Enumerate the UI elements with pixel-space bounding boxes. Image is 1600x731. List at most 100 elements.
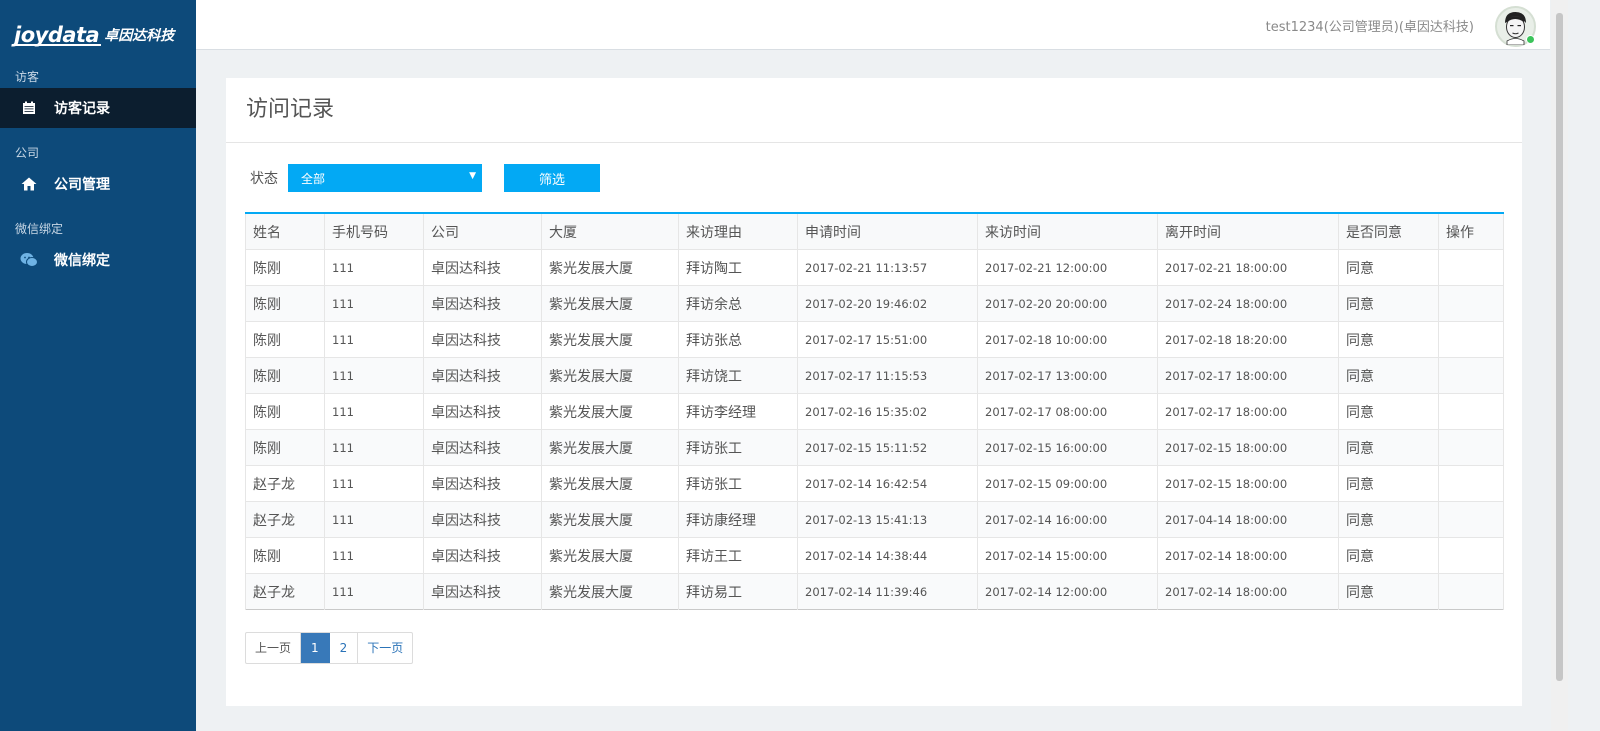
avatar[interactable] <box>1495 6 1536 47</box>
table-cell: 2017-02-15 16:00:00 <box>977 429 1158 466</box>
table-cell: 陈刚 <box>245 249 325 286</box>
action-cell[interactable] <box>1438 573 1504 610</box>
action-cell[interactable] <box>1438 501 1504 538</box>
wechat-icon <box>20 251 38 269</box>
table-cell: 111 <box>324 249 424 286</box>
table-cell: 111 <box>324 321 424 358</box>
page-title: 访问记录 <box>226 78 1522 143</box>
table-cell: 卓因达科技 <box>423 321 542 358</box>
table-cell: 2017-02-20 20:00:00 <box>977 285 1158 322</box>
table-cell: 同意 <box>1338 429 1439 466</box>
table-cell: 紫光发展大厦 <box>541 321 679 358</box>
table-cell: 2017-02-24 18:00:00 <box>1157 285 1339 322</box>
sidebar-item-wechat-binding[interactable]: 微信绑定 <box>0 240 196 280</box>
table-cell: 2017-02-14 11:39:46 <box>797 573 978 610</box>
action-cell[interactable] <box>1438 429 1504 466</box>
online-status-dot <box>1526 35 1535 44</box>
table-cell: 拜访康经理 <box>678 501 798 538</box>
table-cell: 拜访王工 <box>678 537 798 574</box>
table-cell: 紫光发展大厦 <box>541 429 679 466</box>
column-header: 离开时间 <box>1157 212 1339 250</box>
table-cell: 卓因达科技 <box>423 429 542 466</box>
column-header: 公司 <box>423 212 542 250</box>
next-page-button[interactable]: 下一页 <box>358 633 412 663</box>
pagination: 上一页 1 2 下一页 <box>245 632 414 664</box>
action-cell[interactable] <box>1438 285 1504 322</box>
table-cell: 同意 <box>1338 249 1439 286</box>
table-row: 赵子龙 111 卓因达科技 紫光发展大厦 拜访康经理 2017-02-13 15:41:1… <box>245 501 1504 538</box>
table-cell: 紫光发展大厦 <box>541 465 679 502</box>
table-cell: 紫光发展大厦 <box>541 573 679 610</box>
table-cell: 2017-02-14 12:00:00 <box>977 573 1158 610</box>
action-cell[interactable] <box>1438 357 1504 394</box>
table-cell: 同意 <box>1338 537 1439 574</box>
top-bar: test1234(公司管理员)(卓因达科技) <box>196 0 1550 50</box>
table-cell: 2017-02-16 15:35:02 <box>797 393 978 430</box>
table-cell: 同意 <box>1338 501 1439 538</box>
table-cell: 2017-04-14 18:00:00 <box>1157 501 1339 538</box>
column-header: 大厦 <box>541 212 679 250</box>
table-cell: 2017-02-15 18:00:00 <box>1157 465 1339 502</box>
table-cell: 2017-02-18 10:00:00 <box>977 321 1158 358</box>
action-cell[interactable] <box>1438 393 1504 430</box>
table-cell: 陈刚 <box>245 285 325 322</box>
table-row: 陈刚 111 卓因达科技 紫光发展大厦 拜访张总 2017-02-17 15:51:00 2… <box>245 321 1504 358</box>
scrollbar-thumb[interactable] <box>1556 13 1563 681</box>
table-cell: 2017-02-21 12:00:00 <box>977 249 1158 286</box>
table-cell: 紫光发展大厦 <box>541 357 679 394</box>
sidebar: joydata 卓因达科技 访客 访客记录 公司 公司管理 微信绑定 微信绑定 <box>0 0 196 731</box>
table-cell: 2017-02-21 18:00:00 <box>1157 249 1339 286</box>
table-cell: 111 <box>324 393 424 430</box>
table-cell: 2017-02-18 18:20:00 <box>1157 321 1339 358</box>
page-button-2[interactable]: 2 <box>330 633 359 663</box>
status-filter-label: 状态 <box>250 171 278 187</box>
table-cell: 2017-02-14 15:00:00 <box>977 537 1158 574</box>
prev-page-button[interactable]: 上一页 <box>246 633 302 663</box>
page-scrollbar[interactable] <box>1551 0 1568 731</box>
brand-logo[interactable]: joydata 卓因达科技 <box>0 0 196 70</box>
action-cell[interactable] <box>1438 537 1504 574</box>
column-header: 是否同意 <box>1338 212 1439 250</box>
filter-bar: 状态 全部 ▼ 筛选 <box>250 164 600 192</box>
table-cell: 2017-02-17 08:00:00 <box>977 393 1158 430</box>
table-cell: 卓因达科技 <box>423 537 542 574</box>
column-header: 来访理由 <box>678 212 798 250</box>
action-cell[interactable] <box>1438 249 1504 286</box>
caret-down-icon: ▼ <box>469 171 476 181</box>
current-user-label[interactable]: test1234(公司管理员)(卓因达科技) <box>1266 16 1474 35</box>
table-cell: 卓因达科技 <box>423 285 542 322</box>
home-icon <box>20 175 38 193</box>
table-cell: 卓因达科技 <box>423 573 542 610</box>
table-cell: 2017-02-17 13:00:00 <box>977 357 1158 394</box>
status-select[interactable]: 全部 ▼ <box>288 164 482 192</box>
table-cell: 卓因达科技 <box>423 501 542 538</box>
table-cell: 拜访张工 <box>678 429 798 466</box>
table-cell: 卓因达科技 <box>423 465 542 502</box>
column-header: 申请时间 <box>797 212 978 250</box>
table-cell: 2017-02-14 16:00:00 <box>977 501 1158 538</box>
page-button-1[interactable]: 1 <box>301 633 330 663</box>
table-cell: 紫光发展大厦 <box>541 501 679 538</box>
table-cell: 2017-02-14 14:38:44 <box>797 537 978 574</box>
table-cell: 2017-02-15 15:11:52 <box>797 429 978 466</box>
table-row: 陈刚 111 卓因达科技 紫光发展大厦 拜访张工 2017-02-15 15:11:52 2… <box>245 429 1504 466</box>
table-cell: 拜访张工 <box>678 465 798 502</box>
table-cell: 卓因达科技 <box>423 393 542 430</box>
table-cell: 同意 <box>1338 573 1439 610</box>
table-cell: 陈刚 <box>245 429 325 466</box>
filter-button[interactable]: 筛选 <box>504 164 600 192</box>
logo-company-name: 卓因达科技 <box>104 28 175 44</box>
sidebar-item-label: 访客记录 <box>54 101 110 117</box>
action-cell[interactable] <box>1438 465 1504 502</box>
sidebar-item-company-management[interactable]: 公司管理 <box>0 164 196 204</box>
table-cell: 卓因达科技 <box>423 357 542 394</box>
table-cell: 2017-02-14 18:00:00 <box>1157 573 1339 610</box>
action-cell[interactable] <box>1438 321 1504 358</box>
table-cell: 拜访张总 <box>678 321 798 358</box>
table-cell: 赵子龙 <box>245 465 325 502</box>
table-cell: 拜访饶工 <box>678 357 798 394</box>
table-cell: 陈刚 <box>245 537 325 574</box>
table-cell: 拜访余总 <box>678 285 798 322</box>
table-cell: 同意 <box>1338 393 1439 430</box>
sidebar-item-visit-records[interactable]: 访客记录 <box>0 88 196 128</box>
